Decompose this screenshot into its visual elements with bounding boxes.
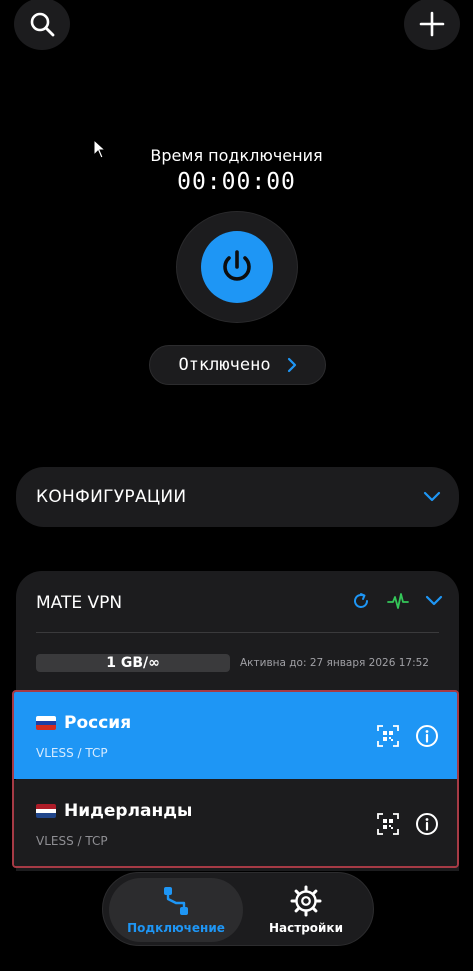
vpn-app-screen: Время подключения 00:00:00 Отключено КОН… bbox=[0, 0, 473, 971]
plus-icon bbox=[419, 11, 445, 37]
gear-icon bbox=[290, 885, 322, 917]
power-button[interactable] bbox=[176, 211, 298, 323]
netherlands-flag-icon bbox=[36, 804, 56, 818]
server-name-text: Россия bbox=[64, 713, 132, 733]
qr-code-icon[interactable] bbox=[377, 725, 399, 747]
connection-route-icon bbox=[164, 887, 188, 915]
subscription-expiry: Активна до: 27 января 2026 17:52 bbox=[240, 657, 429, 669]
refresh-icon[interactable] bbox=[351, 591, 371, 611]
connection-time-label: Время подключения bbox=[150, 146, 323, 165]
search-button[interactable] bbox=[14, 0, 70, 50]
connection-timer: 00:00:00 bbox=[177, 169, 296, 195]
ping-test-icon[interactable] bbox=[387, 591, 409, 611]
info-icon[interactable] bbox=[415, 724, 439, 748]
server-actions bbox=[377, 724, 439, 748]
chevron-down-icon[interactable] bbox=[425, 595, 443, 607]
russia-flag-icon bbox=[36, 716, 56, 730]
server-protocol: VLESS / TCP bbox=[36, 834, 108, 848]
qr-code-icon[interactable] bbox=[377, 813, 399, 835]
info-icon[interactable] bbox=[415, 812, 439, 836]
tab-connection[interactable]: Подключение bbox=[109, 878, 243, 942]
subscription-name: MATE VPN bbox=[36, 593, 123, 613]
power-icon bbox=[223, 250, 251, 281]
configurations-dropdown[interactable]: КОНФИГУРАЦИИ bbox=[16, 467, 459, 527]
tab-settings[interactable]: Настройки bbox=[243, 878, 369, 942]
subscription-actions bbox=[351, 591, 443, 611]
server-name: Нидерланды bbox=[36, 801, 192, 821]
tab-connection-label: Подключение bbox=[127, 921, 225, 935]
divider bbox=[36, 632, 439, 633]
server-actions bbox=[377, 812, 439, 836]
traffic-usage-bar: 1 GB/∞ bbox=[36, 654, 230, 672]
connection-status-button[interactable]: Отключено bbox=[149, 345, 326, 385]
server-name-text: Нидерланды bbox=[64, 801, 193, 821]
chevron-right-icon bbox=[287, 357, 296, 373]
bottom-navigation: Подключение Настройки bbox=[102, 872, 374, 946]
server-list: Россия VLESS / TCP Нидерланды VLESS / TC… bbox=[12, 690, 459, 868]
connection-status-text: Отключено bbox=[178, 355, 271, 375]
power-button-core bbox=[201, 231, 273, 303]
search-icon bbox=[30, 12, 55, 37]
server-item-netherlands[interactable]: Нидерланды VLESS / TCP bbox=[14, 780, 457, 866]
server-protocol: VLESS / TCP bbox=[36, 746, 108, 760]
chevron-down-icon bbox=[423, 491, 441, 502]
tab-settings-label: Настройки bbox=[268, 921, 343, 935]
server-item-russia[interactable]: Россия VLESS / TCP bbox=[14, 692, 457, 779]
server-name: Россия bbox=[36, 713, 131, 733]
add-config-button[interactable] bbox=[404, 0, 460, 50]
configurations-title: КОНФИГУРАЦИИ bbox=[36, 487, 187, 507]
